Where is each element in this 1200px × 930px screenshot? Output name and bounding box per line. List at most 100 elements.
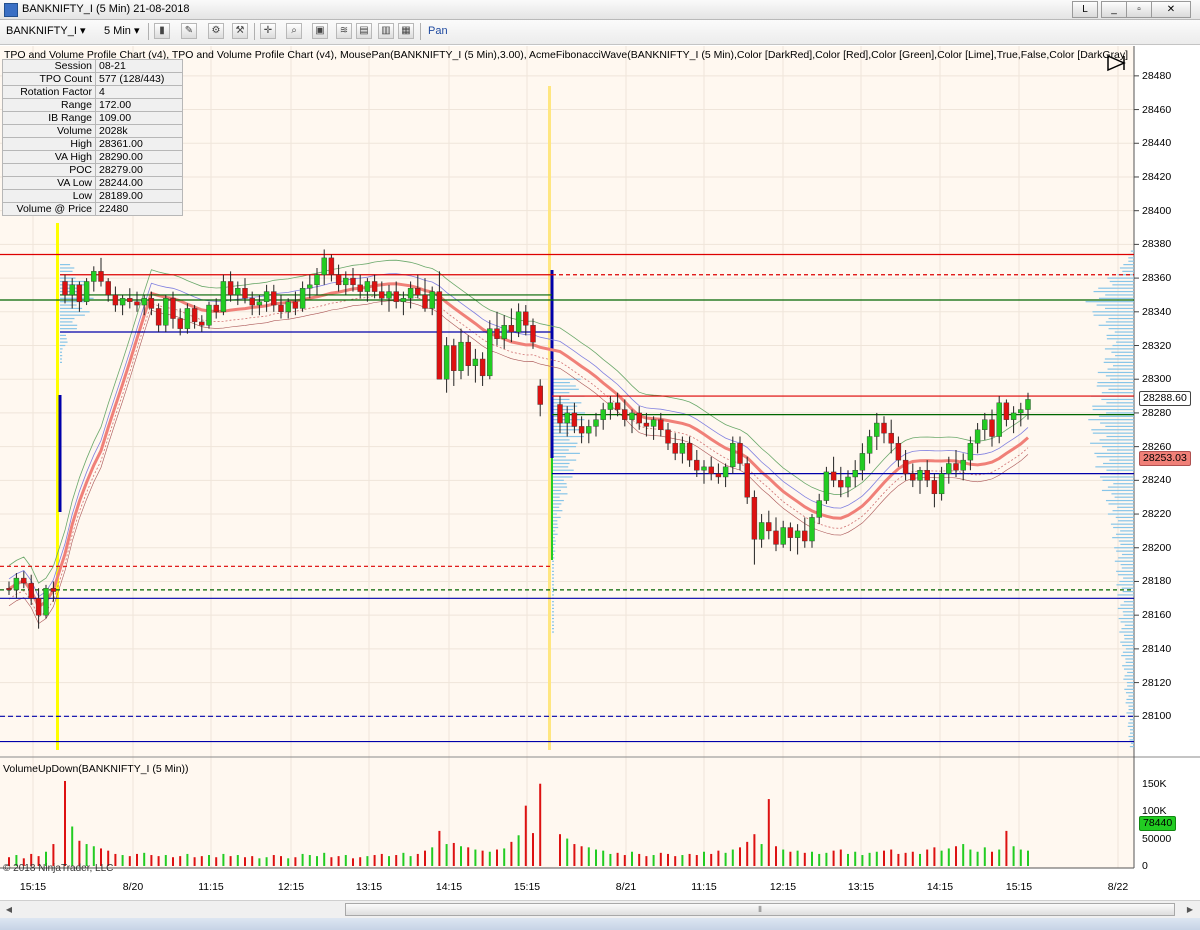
candle [6,581,12,595]
profile-bar [1096,456,1134,458]
profile-bar [1088,419,1134,421]
profile-bar [1129,729,1134,731]
volume-bar [488,851,491,866]
profile-bar [1106,412,1134,414]
candle [206,301,212,329]
profile-bar [1122,270,1134,272]
volume-tick-label: 0 [1142,860,1148,872]
time-tick-label: 13:15 [847,881,875,893]
price-tick-label: 28120 [1142,676,1172,689]
price-tick-label: 28400 [1142,204,1172,217]
candle-body [299,288,306,309]
candle [823,466,830,504]
candle [809,514,815,548]
volume-bar [330,857,333,866]
volume-bar [172,857,174,866]
info-value: 28279.00 [95,163,183,177]
profile-bar [60,317,75,320]
volume-bar [460,846,462,866]
scrollbar-thumb[interactable]: ⦀ [345,903,1175,916]
volume-bar [503,848,506,866]
candle-body [996,402,1002,437]
candle-body [119,298,126,306]
candle-body [938,473,945,495]
profile-bar [1104,358,1134,360]
profile-bar [1122,590,1134,593]
candle-body [170,298,176,319]
volume-bar [667,853,669,866]
price-tick-label: 28360 [1142,272,1172,285]
profile-bar [1099,476,1134,478]
candle-body [508,325,515,333]
volume-bar [919,853,921,866]
info-value: 08-21 [95,59,183,73]
candle-body [607,402,614,410]
profile-bar [1092,405,1134,407]
candle [694,450,700,477]
profile-bar [1102,446,1134,448]
profile-bar [552,385,576,387]
candle [537,379,543,417]
candle [730,436,736,474]
volume-bar [731,849,734,866]
candle-body [235,288,241,296]
candle [571,402,578,434]
profile-bar [552,564,554,566]
candle-body [422,294,428,309]
profile-bar [1103,462,1134,465]
volume-bar [717,850,720,866]
profile-bar [552,617,554,620]
volume-bar [143,852,146,866]
time-tick-label: 11:15 [198,881,224,893]
profile-bar [552,452,580,454]
profile-bar [552,496,560,498]
volume-bar [933,847,936,866]
info-row: VA High 28290.00 [2,150,183,164]
candle [593,412,599,437]
profile-bar [1127,725,1134,728]
profile-bar [1112,510,1134,512]
time-tick-label: 14:15 [435,881,463,893]
profile-bar [552,462,570,465]
volume-bar [911,851,914,866]
candle-body [773,530,779,545]
candle [830,456,837,488]
profile-bar [1104,307,1134,310]
candle-body [917,470,923,481]
profile-bar [1122,665,1134,667]
volume-bar [186,853,189,866]
info-row: Rotation Factor 4 [2,85,183,99]
play-marker-icon[interactable] [1106,54,1128,72]
candle [523,305,529,336]
profile-bar [60,277,76,279]
info-value: 4 [95,85,183,99]
volume-bar [359,857,362,866]
profile-bar [1130,250,1134,252]
volume-bar [474,849,477,866]
candle-body [501,325,507,339]
candle-body [537,385,543,405]
candle-body [292,301,299,309]
scroll-right-icon[interactable]: ▶ [1183,903,1197,916]
price-tick-label: 28480 [1142,69,1172,82]
volume-bar [344,855,347,866]
candle-body [465,341,471,366]
candle-body [794,530,801,538]
candle-body [672,443,678,454]
volume-bar [251,856,254,866]
profile-bar [1128,722,1134,724]
candle-body [679,443,686,454]
volume-bar [229,856,232,866]
profile-bar [1096,304,1134,306]
candle [508,308,515,343]
candle-body [364,281,371,292]
price-tick-label: 28160 [1142,609,1172,622]
candle-body [141,298,147,306]
volume-bar [222,853,225,866]
horizontal-scrollbar[interactable]: ◀ ⦀ ▶ [0,900,1200,919]
volume-bar [438,830,441,866]
profile-bar [60,355,63,357]
profile-bar [552,621,554,623]
volume-bar [983,847,986,866]
scroll-left-icon[interactable]: ◀ [2,903,16,916]
